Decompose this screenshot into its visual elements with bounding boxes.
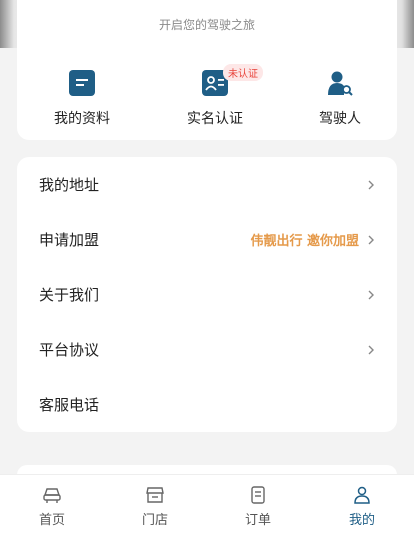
bottom-tab-bar: 首页 门店 订单 我的 [0, 474, 414, 539]
quick-my-profile[interactable]: 我的资料 [27, 70, 137, 128]
profile-card-icon [69, 70, 95, 96]
menu-item-label: 客服电话 [39, 394, 375, 415]
driver-search-icon [327, 70, 353, 96]
menu-item-label: 关于我们 [39, 284, 367, 305]
tab-mine[interactable]: 我的 [322, 485, 402, 528]
order-icon [248, 485, 268, 505]
welcome-subtitle: 开启您的驾驶之旅 [17, 16, 397, 33]
menu-item-apply-join[interactable]: 申请加盟 伟靓出行 邀你加盟 [17, 212, 397, 267]
car-icon [42, 485, 62, 505]
menu-item-my-address[interactable]: 我的地址 [17, 157, 397, 212]
chevron-right-icon [367, 234, 375, 246]
menu-item-label: 平台协议 [39, 339, 367, 360]
tab-label: 首页 [12, 509, 92, 528]
tab-label: 门店 [115, 509, 195, 528]
menu-item-about-us[interactable]: 关于我们 [17, 267, 397, 322]
unverified-badge: 未认证 [223, 64, 263, 81]
tab-store[interactable]: 门店 [115, 485, 195, 528]
join-promo-text: 伟靓出行 邀你加盟 [250, 230, 359, 249]
menu-item-platform-agreement[interactable]: 平台协议 [17, 322, 397, 377]
menu-item-customer-service-phone[interactable]: 客服电话 [17, 377, 397, 432]
tab-orders[interactable]: 订单 [218, 485, 298, 528]
quick-label: 实名认证 [160, 108, 270, 128]
chevron-right-icon [367, 344, 375, 356]
tab-label: 我的 [322, 509, 402, 528]
quick-label: 驾驶人 [285, 108, 395, 128]
chevron-right-icon [367, 179, 375, 191]
tab-label: 订单 [218, 509, 298, 528]
menu-item-label: 我的地址 [39, 174, 367, 195]
store-icon [145, 485, 165, 505]
settings-menu: 我的地址 申请加盟 伟靓出行 邀你加盟 关于我们 平台协议 客服电话 [17, 157, 397, 432]
tab-home[interactable]: 首页 [12, 485, 92, 528]
user-icon [352, 485, 372, 505]
profile-card: 开启您的驾驶之旅 我的资料 实名认证 未认证 [17, 0, 397, 140]
menu-item-label: 申请加盟 [39, 229, 250, 250]
quick-label: 我的资料 [27, 108, 137, 128]
quick-driver[interactable]: 驾驶人 [285, 70, 395, 128]
chevron-right-icon [367, 289, 375, 301]
